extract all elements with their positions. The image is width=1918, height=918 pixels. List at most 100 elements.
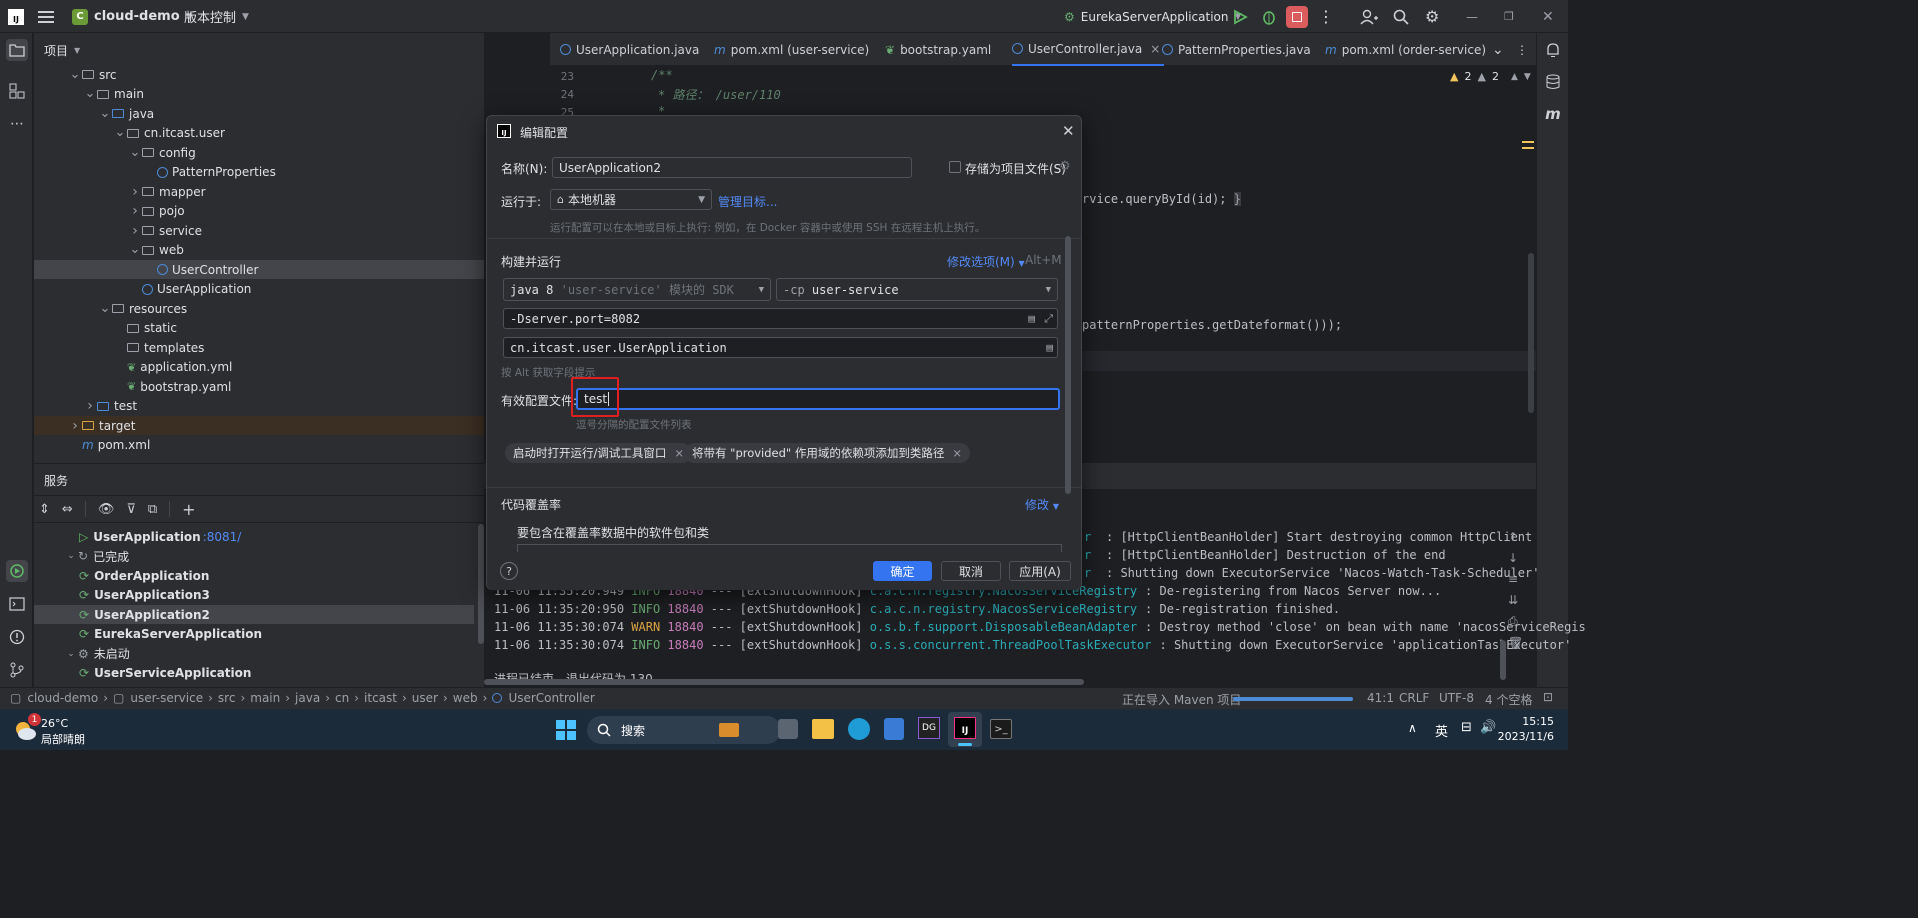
windows-start-icon[interactable] — [556, 720, 576, 740]
service-item[interactable]: ⟳ UserApplication2 — [34, 605, 474, 624]
service-item[interactable]: ⟳ EurekaServerApplication — [34, 625, 474, 644]
intellij-taskbar-button[interactable]: IJ — [948, 712, 982, 747]
breadcrumb-item[interactable]: user-service — [130, 691, 203, 705]
add-service-icon[interactable]: + — [182, 500, 195, 519]
chevron-right-icon[interactable]: › — [128, 223, 142, 239]
chevron-down-icon[interactable]: ⌄ — [128, 146, 142, 159]
coverage-modify-link[interactable]: 修改 ▼ — [1025, 496, 1059, 513]
chevron-right-icon[interactable]: › — [68, 418, 82, 434]
service-port-link[interactable]: :8081/ — [203, 530, 242, 544]
terminal-app-icon[interactable]: >_ — [990, 719, 1012, 739]
error-stripe-mark[interactable] — [1522, 147, 1534, 149]
option-chip[interactable]: 将带有 "provided" 作用域的依赖项添加到类路径 × — [684, 443, 971, 463]
chevron-down-icon[interactable]: ⌄ — [83, 87, 97, 100]
tree-item[interactable]: m pom.xml — [34, 436, 484, 455]
chevron-up-icon[interactable]: ▲ — [1511, 72, 1518, 82]
tree-item[interactable]: ⌄ src — [34, 65, 484, 84]
restore-icon[interactable]: ❐ — [1504, 0, 1514, 33]
project-panel-title[interactable]: 项目 — [44, 42, 68, 59]
project-selector[interactable]: C cloud-demo ▼ — [72, 0, 193, 33]
clock-time[interactable]: 15:15 — [1500, 715, 1554, 728]
tree-item[interactable]: UserApplication — [34, 280, 484, 299]
chevron-down-icon[interactable]: ⌄ — [128, 243, 142, 256]
option-chip[interactable]: 启动时打开运行/调试工具窗口 × — [505, 443, 693, 463]
tree-item[interactable]: ⌄ main — [34, 85, 484, 104]
modify-options-link[interactable]: 修改选项(M) ▼ — [947, 253, 1025, 270]
breadcrumb-item[interactable]: src — [218, 691, 236, 705]
editor-tab[interactable]: PatternProperties.java — [1162, 33, 1311, 66]
minimize-icon[interactable]: — — [1466, 0, 1478, 33]
tree-item[interactable]: ⌄ cn.itcast.user — [34, 124, 484, 143]
service-item[interactable]: ⟳ OrderApplication — [34, 566, 474, 585]
service-item[interactable]: ⌄ ⚙ 未启动 — [34, 644, 474, 663]
tabs-overflow-chevron-icon[interactable]: ⌄ — [1492, 33, 1504, 66]
chevron-down-icon[interactable]: ⌄ — [98, 302, 112, 315]
chevron-down-icon[interactable]: ⌄ — [64, 649, 78, 659]
datagrip-icon[interactable]: DG — [918, 717, 940, 739]
lock-icon[interactable]: ⊡ — [1543, 690, 1553, 704]
tray-chevron-icon[interactable]: ∧ — [1408, 721, 1417, 735]
settings-gear-icon[interactable]: ⚙ — [1425, 0, 1439, 33]
expand-all-icon[interactable]: ⇕ — [39, 502, 50, 517]
scrollbar[interactable] — [1500, 640, 1506, 680]
chevron-down-icon[interactable]: ▼ — [74, 46, 80, 55]
breadcrumb-item[interactable]: java — [295, 691, 320, 705]
tree-item[interactable]: ❦ bootstrap.yaml — [34, 377, 484, 396]
tree-item[interactable]: ⌄ config — [34, 143, 484, 162]
soft-wrap-icon[interactable]: ≡ — [1508, 572, 1523, 586]
tree-item[interactable]: ❦ application.yml — [34, 358, 484, 377]
background-task-label[interactable]: 正在导入 Maven 项目 — [1122, 691, 1241, 708]
tree-item[interactable]: › target — [34, 416, 484, 435]
tree-item[interactable]: ⌄ resources — [34, 299, 484, 318]
stop-button[interactable] — [1286, 0, 1308, 33]
breadcrumb-item[interactable]: cn — [335, 691, 349, 705]
tree-item[interactable]: › mapper — [34, 182, 484, 201]
cancel-button[interactable]: 取消 — [941, 561, 1001, 581]
service-item[interactable]: ▷ UserApplication:8081/ — [34, 527, 474, 546]
view-options-icon[interactable]: 👁 — [98, 502, 115, 517]
line-separator[interactable]: CRLF — [1399, 691, 1429, 705]
breadcrumb-item[interactable]: cloud-demo — [27, 691, 98, 705]
caret-position[interactable]: 41:1 — [1367, 691, 1394, 705]
network-icon[interactable]: ⊟ — [1461, 720, 1472, 735]
scroll-down-icon[interactable]: ↓ — [1508, 551, 1523, 565]
tree-item[interactable]: › service — [34, 221, 484, 240]
editor-tab[interactable]: m pom.xml (order-service) — [1325, 33, 1486, 66]
tree-item[interactable]: PatternProperties — [34, 163, 484, 182]
editor-tab[interactable]: m pom.xml (user-service) — [714, 33, 869, 66]
scrollbar[interactable] — [484, 679, 1084, 685]
more-tools-icon[interactable]: ⋯ — [6, 113, 28, 135]
chevron-down-icon[interactable]: ⌄ — [113, 126, 127, 139]
manage-targets-link[interactable]: 管理目标... — [718, 193, 777, 210]
tree-item[interactable]: › test — [34, 397, 484, 416]
name-input[interactable]: UserApplication2 — [552, 157, 912, 178]
active-profiles-input[interactable]: test — [576, 388, 1060, 410]
document-icon[interactable]: ▤ — [1028, 312, 1035, 325]
run-on-select[interactable]: ⌂ 本地机器 ▼ — [550, 189, 712, 210]
scrollbar[interactable] — [1528, 253, 1534, 413]
indent-setting[interactable]: 4 个空格 — [1485, 691, 1532, 708]
ok-button[interactable]: 确定 — [873, 561, 932, 581]
breadcrumb-item[interactable]: itcast — [364, 691, 397, 705]
vm-options-input[interactable]: -Dserver.port=8082 ▤ ⤢ — [503, 308, 1058, 329]
file-explorer-icon[interactable] — [812, 719, 834, 739]
jdk-select[interactable]: java 8 'user-service' 模块的 SDK ▼ — [503, 278, 771, 301]
vcs-menu[interactable]: 版本控制 ▼ — [184, 0, 249, 33]
project-folder-icon[interactable] — [6, 39, 28, 61]
scroll-up-icon[interactable]: ↑ — [1508, 530, 1523, 544]
database-icon[interactable] — [1542, 71, 1564, 93]
store-icon[interactable] — [884, 718, 904, 740]
tree-item[interactable]: ⌄ java — [34, 104, 484, 123]
chevron-down-icon[interactable]: ▼ — [1524, 72, 1531, 82]
file-encoding[interactable]: UTF-8 — [1439, 691, 1474, 705]
tree-item[interactable]: › pojo — [34, 202, 484, 221]
breadcrumb-item[interactable]: user — [412, 691, 438, 705]
clock-date[interactable]: 2023/11/6 — [1496, 730, 1554, 743]
add-user-icon[interactable] — [1360, 0, 1378, 33]
remove-icon[interactable]: × — [674, 446, 684, 460]
close-tab-icon[interactable]: × — [1150, 42, 1160, 56]
tree-item[interactable]: templates — [34, 338, 484, 357]
error-stripe-mark[interactable] — [1522, 141, 1534, 143]
run-config-selector[interactable]: ⚙ EurekaServerApplication ▼ — [1064, 0, 1241, 33]
weak-warning-icon[interactable]: ▲ — [1477, 70, 1485, 83]
